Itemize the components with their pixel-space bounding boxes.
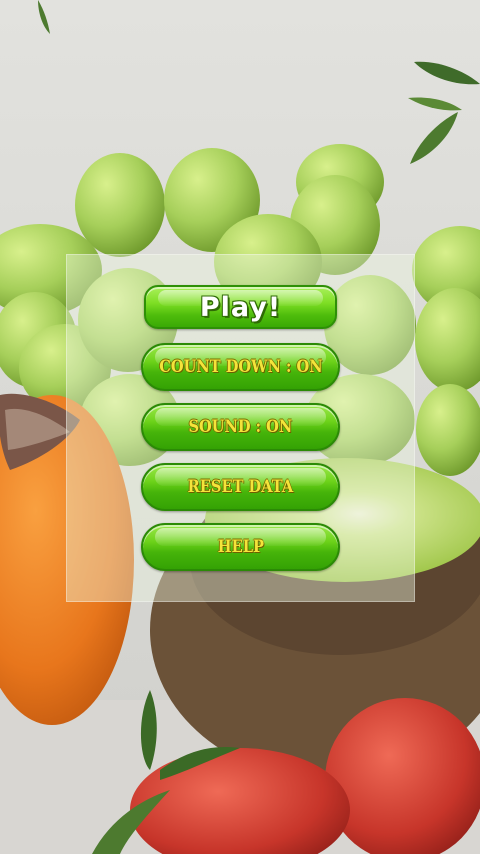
sound-toggle-label: SOUND : ON [188,417,293,437]
countdown-toggle-button[interactable]: COUNT DOWN : ON [141,343,340,391]
reset-data-label: RESET DATA [187,477,294,497]
countdown-toggle-label: COUNT DOWN : ON [158,357,323,377]
play-button-label: Play! [199,291,282,323]
help-button-label: HELP [217,537,264,557]
sound-toggle-button[interactable]: SOUND : ON [141,403,340,451]
play-button[interactable]: Play! [144,285,337,329]
reset-data-button[interactable]: RESET DATA [141,463,340,511]
help-button[interactable]: HELP [141,523,340,571]
